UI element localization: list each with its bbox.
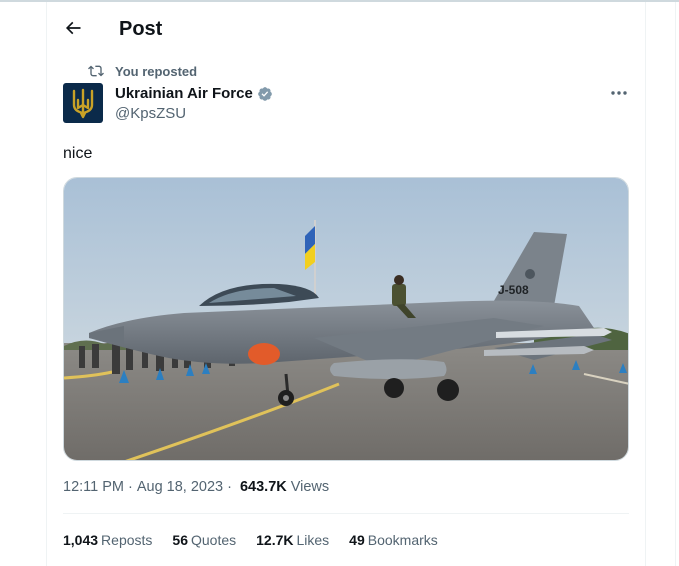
tweet-date[interactable]: Aug 18, 2023 — [137, 479, 223, 495]
tail-number-text: J-508 — [498, 283, 529, 297]
stat-quotes-count: 56 — [172, 532, 188, 548]
sidebar-border — [675, 2, 676, 566]
engagement-stats: 1,043 Reposts 56 Quotes 12.7K Likes 49 Bookm… — [63, 532, 458, 548]
repost-icon — [88, 65, 104, 77]
stat-likes[interactable]: 12.7K Likes — [256, 532, 329, 548]
page-header: Post — [47, 2, 645, 55]
more-options-button[interactable] — [608, 84, 630, 102]
views-label: Views — [290, 479, 330, 495]
trident-icon — [72, 88, 94, 119]
stat-quotes-label: Quotes — [190, 532, 237, 548]
stat-reposts-count: 1,043 — [63, 532, 99, 548]
arrow-left-icon — [65, 21, 81, 35]
tweet-image[interactable]: J-508 — [63, 177, 629, 461]
page-title: Post — [119, 18, 163, 40]
stat-bookmarks-count: 49 — [349, 532, 365, 548]
stat-reposts-label: Reposts — [101, 532, 153, 548]
avatar[interactable] — [63, 83, 103, 123]
column-border-left — [46, 2, 47, 566]
stat-likes-count: 12.7K — [256, 532, 294, 548]
more-horizontal-icon — [611, 91, 627, 95]
author-handle[interactable]: @KpsZSU — [115, 105, 186, 122]
tweet-text: nice — [63, 145, 93, 162]
meta-separator-2: · — [227, 479, 232, 495]
stat-bookmarks[interactable]: 49 Bookmarks — [349, 532, 438, 548]
views-count: 643.7K — [239, 479, 287, 495]
stats-divider — [63, 513, 629, 514]
stat-bookmarks-label: Bookmarks — [367, 532, 438, 548]
stat-likes-label: Likes — [296, 532, 330, 548]
back-button[interactable] — [61, 16, 85, 40]
stat-reposts[interactable]: 1,043 Reposts — [63, 532, 152, 548]
repost-indicator: You reposted — [88, 63, 197, 79]
fighter-jet-photo: J-508 — [64, 178, 628, 460]
verified-badge-icon[interactable] — [257, 86, 273, 102]
tweet-meta: 12:11 PM · Aug 18, 2023 · 643.7K Views — [63, 479, 329, 495]
repost-label: You reposted — [115, 63, 198, 79]
author-display-name[interactable]: Ukrainian Air Force — [115, 85, 273, 102]
author-name-text: Ukrainian Air Force — [115, 85, 253, 102]
meta-separator: · — [128, 479, 133, 495]
column-border-right — [645, 2, 646, 566]
stat-quotes[interactable]: 56 Quotes — [172, 532, 236, 548]
tweet-time[interactable]: 12:11 PM — [63, 479, 124, 495]
